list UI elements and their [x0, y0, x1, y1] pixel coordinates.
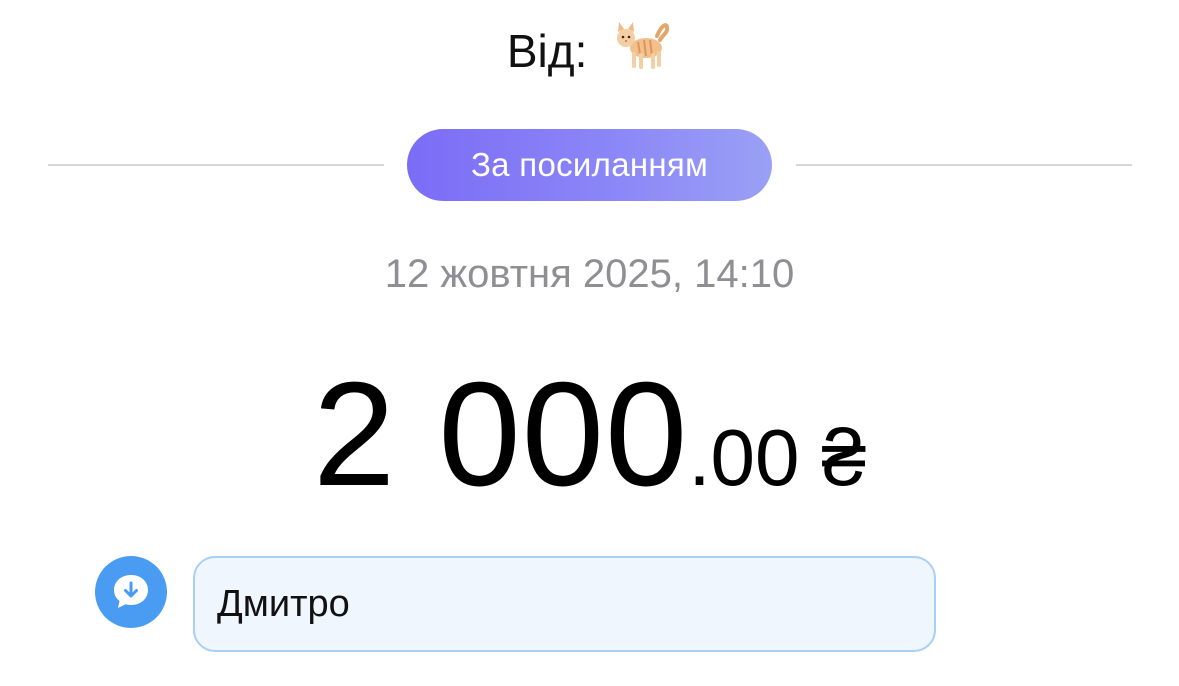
- divider-left: [48, 164, 384, 166]
- cat-emoji-icon: [610, 18, 672, 92]
- amount-integer: 2 000: [312, 352, 689, 517]
- comment-field[interactable]: Дмитро: [193, 556, 936, 652]
- divider-right: [796, 164, 1132, 166]
- transfer-amount: 2 000.00 ₴: [0, 360, 1179, 533]
- transaction-date: 12 жовтня 2025, 14:10: [384, 252, 795, 296]
- transfer-type-pill: За посиланням: [407, 129, 772, 201]
- comment-download-icon[interactable]: [95, 556, 167, 628]
- from-row: Від:: [0, 18, 1179, 92]
- from-label: Від:: [506, 25, 588, 78]
- amount-fraction: .00: [688, 413, 800, 502]
- currency-symbol: ₴: [821, 413, 867, 502]
